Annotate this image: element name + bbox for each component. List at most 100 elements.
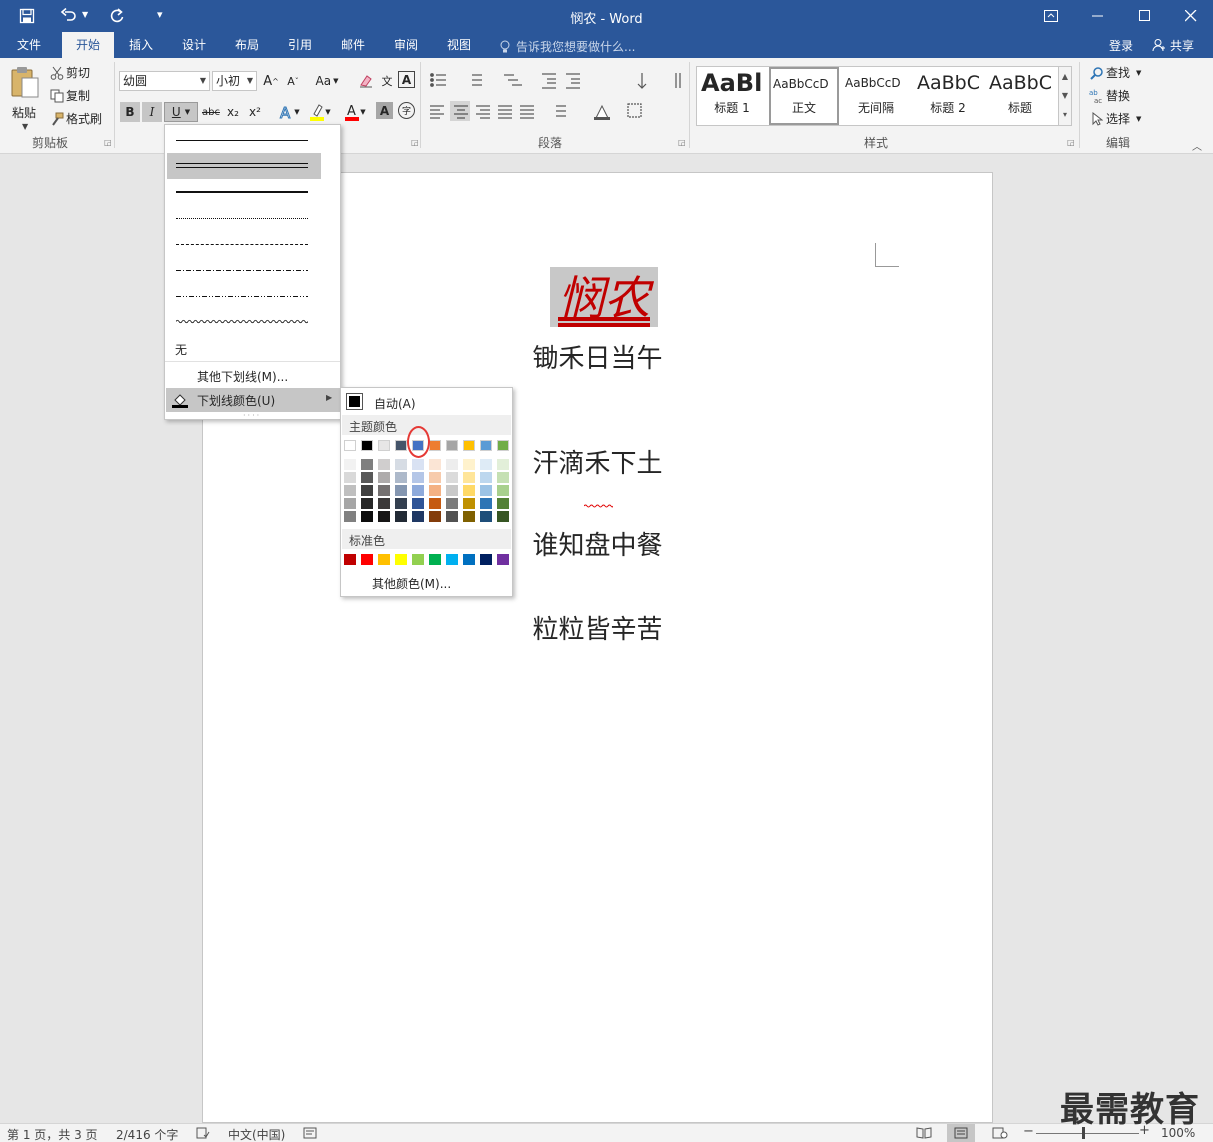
color-swatch[interactable]	[480, 459, 492, 470]
minimize-icon[interactable]	[1087, 6, 1109, 26]
underline-dashed-option[interactable]	[167, 231, 321, 257]
color-swatch[interactable]	[429, 459, 441, 470]
login-link[interactable]: 登录	[1109, 37, 1133, 54]
style-heading-2[interactable]: AaBbC 标题 2	[913, 67, 983, 125]
poem-line[interactable]: 汗滴禾下土	[202, 443, 993, 480]
highlight-button[interactable]: ▼	[306, 102, 334, 122]
paste-dropdown-icon[interactable]: ▼	[22, 122, 28, 131]
change-case-button[interactable]: Aa ▼	[312, 71, 342, 91]
color-swatch[interactable]	[429, 554, 441, 565]
tab-design[interactable]: 设计	[169, 32, 219, 58]
strikethrough-button[interactable]: abc	[200, 102, 222, 122]
color-swatch[interactable]	[395, 554, 407, 565]
color-swatch[interactable]	[497, 485, 509, 496]
color-swatch[interactable]	[463, 511, 475, 522]
color-swatch[interactable]	[412, 554, 424, 565]
color-swatch[interactable]	[378, 472, 390, 483]
color-swatch[interactable]	[378, 440, 390, 451]
macro-icon[interactable]	[303, 1127, 317, 1142]
close-icon[interactable]	[1180, 6, 1202, 26]
tab-layout[interactable]: 布局	[222, 32, 272, 58]
underline-double-option[interactable]	[167, 153, 321, 179]
color-swatch[interactable]	[429, 472, 441, 483]
character-shading-button[interactable]: A	[376, 102, 393, 119]
color-swatch[interactable]	[480, 554, 492, 565]
color-swatch[interactable]	[463, 459, 475, 470]
underline-thick-option[interactable]	[167, 179, 321, 205]
more-colors-option[interactable]: 其他颜色(M)...	[372, 575, 451, 592]
word-count[interactable]: 2/416 个字	[116, 1126, 178, 1142]
color-swatch[interactable]	[378, 485, 390, 496]
tab-file[interactable]: 文件	[4, 32, 54, 58]
tab-insert[interactable]: 插入	[116, 32, 166, 58]
style-title[interactable]: AaBbC 标题	[985, 67, 1055, 125]
paste-button[interactable]: 粘贴 ▼	[8, 64, 40, 134]
font-launcher-icon[interactable]: ◲	[411, 138, 419, 147]
color-swatch[interactable]	[429, 511, 441, 522]
shrink-font-button[interactable]: Aˇ	[283, 71, 303, 91]
auto-color-option[interactable]: 自动(A)	[344, 391, 511, 413]
color-swatch[interactable]	[463, 554, 475, 565]
color-swatch[interactable]	[446, 498, 458, 509]
color-swatch[interactable]	[361, 511, 373, 522]
color-swatch[interactable]	[480, 485, 492, 496]
web-layout-icon[interactable]	[992, 1127, 1008, 1142]
color-swatch[interactable]	[446, 459, 458, 470]
color-swatch[interactable]	[412, 511, 424, 522]
select-button[interactable]: 选择 ▼	[1088, 109, 1141, 129]
poem-line[interactable]: 粒粒皆辛苦	[202, 609, 993, 646]
zoom-slider[interactable]	[1036, 1133, 1139, 1134]
color-swatch[interactable]	[446, 485, 458, 496]
enclose-characters-button[interactable]: 字	[398, 102, 415, 119]
styles-launcher-icon[interactable]: ◲	[1067, 138, 1075, 147]
color-swatch[interactable]	[497, 511, 509, 522]
color-swatch[interactable]	[429, 498, 441, 509]
style-heading-1[interactable]: AaBl 标题 1	[697, 67, 767, 125]
page-count[interactable]: 第 1 页，共 3 页	[7, 1126, 98, 1142]
copy-button[interactable]: 复制	[48, 86, 90, 106]
clear-formatting-icon[interactable]	[356, 71, 376, 91]
bold-button[interactable]: B	[120, 102, 140, 122]
font-color-button[interactable]: A ▼	[340, 102, 370, 122]
underline-color-option[interactable]: 下划线颜色(U) ▶	[166, 388, 340, 412]
poem-line[interactable]: 谁知盘中餐	[202, 525, 993, 562]
collapse-ribbon-icon[interactable]: ︿	[1192, 138, 1202, 153]
underline-none-option[interactable]: 无	[175, 341, 187, 358]
color-swatch[interactable]	[378, 554, 390, 565]
color-swatch[interactable]	[480, 440, 492, 451]
color-swatch[interactable]	[344, 440, 356, 451]
language[interactable]: 中文(中国)	[228, 1126, 285, 1142]
color-swatch[interactable]	[361, 440, 373, 451]
save-icon[interactable]	[16, 6, 38, 26]
color-swatch[interactable]	[497, 440, 509, 451]
color-swatch[interactable]	[480, 498, 492, 509]
format-painter-button[interactable]: 格式刷	[48, 109, 102, 129]
print-layout-button[interactable]	[947, 1124, 975, 1142]
underline-button[interactable]: U ▼	[164, 102, 198, 122]
color-swatch[interactable]	[395, 485, 407, 496]
color-swatch[interactable]	[446, 472, 458, 483]
color-swatch[interactable]	[361, 554, 373, 565]
color-swatch[interactable]	[429, 485, 441, 496]
color-swatch[interactable]	[395, 511, 407, 522]
color-swatch[interactable]	[463, 485, 475, 496]
more-underlines-option[interactable]: 其他下划线(M)...	[197, 368, 288, 385]
grow-font-button[interactable]: A ^	[261, 71, 281, 91]
color-swatch[interactable]	[497, 498, 509, 509]
color-swatch[interactable]	[344, 459, 356, 470]
color-swatch[interactable]	[412, 485, 424, 496]
tell-me-box[interactable]: 告诉我您想要做什么...	[499, 38, 635, 55]
color-swatch[interactable]	[395, 440, 407, 451]
underline-single-option[interactable]	[167, 127, 321, 153]
color-swatch[interactable]	[412, 472, 424, 483]
color-swatch[interactable]	[361, 498, 373, 509]
color-swatch[interactable]	[446, 440, 458, 451]
clipboard-launcher-icon[interactable]: ◲	[104, 138, 112, 147]
tab-review[interactable]: 审阅	[381, 32, 431, 58]
color-swatch[interactable]	[429, 440, 441, 451]
zoom-out-button[interactable]: −	[1023, 1124, 1034, 1139]
cut-button[interactable]: 剪切	[48, 63, 90, 83]
underline-wave-option[interactable]	[167, 309, 321, 335]
font-name-combo[interactable]: 幼圆 ▼	[119, 71, 210, 91]
color-swatch[interactable]	[361, 459, 373, 470]
